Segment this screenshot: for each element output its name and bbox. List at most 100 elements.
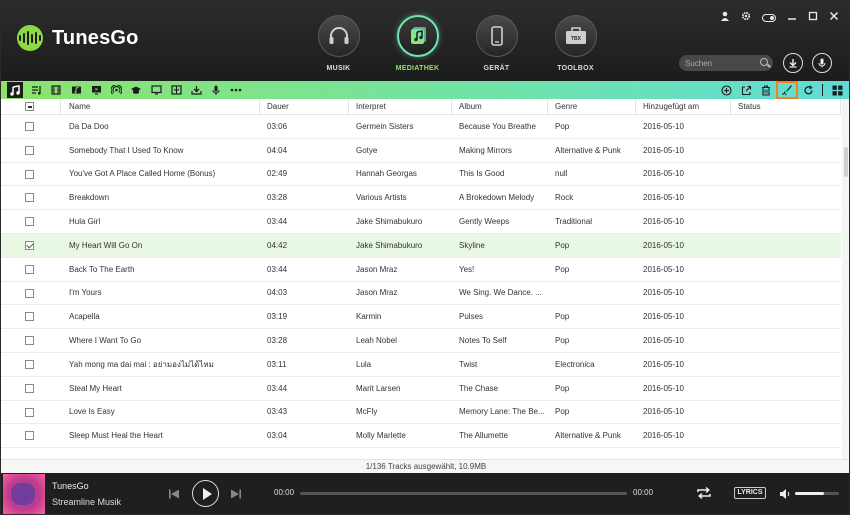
home-video-icon[interactable]	[146, 81, 166, 99]
track-name: Somebody That I Used To Know	[69, 145, 184, 155]
progress-bar[interactable]	[300, 492, 627, 495]
row-checkbox[interactable]	[25, 193, 34, 203]
row-checkbox[interactable]	[25, 288, 34, 298]
table-row[interactable]: Sleep Must Heal the Heart 03:04 Molly Marl…	[1, 424, 841, 449]
voice-memo-icon[interactable]	[206, 81, 226, 99]
table-row[interactable]: I'm Yours 04:03 Jason Mraz We Sing. We Danc…	[1, 282, 841, 306]
column-header-added[interactable]: Hinzugefügt am	[636, 99, 731, 115]
playlist-icon[interactable]	[26, 81, 46, 99]
close-icon[interactable]	[829, 11, 839, 25]
row-checkbox[interactable]	[25, 336, 34, 346]
next-button[interactable]	[230, 487, 242, 505]
table-row[interactable]: Somebody That I Used To Know 04:04 Gotye Ma…	[1, 139, 841, 163]
lyrics-button[interactable]: LYRICS	[734, 487, 766, 499]
track-added-date: 2016-05-10	[643, 169, 684, 179]
track-album: Notes To Self	[459, 336, 507, 346]
row-checkbox[interactable]	[25, 431, 34, 441]
row-checkbox[interactable]	[25, 122, 34, 132]
track-artist: Lula	[356, 359, 372, 369]
maximize-icon[interactable]	[808, 11, 818, 25]
track-genre: Traditional	[555, 217, 593, 227]
table-row[interactable]: Breakdown 03:28 Various Artists A Brokedown…	[1, 186, 841, 211]
track-added-date: 2016-05-10	[643, 431, 684, 441]
itunes-u-icon[interactable]	[126, 81, 146, 99]
table-row[interactable]: Where I Want To Go 03:28 Leah Nobel Notes T…	[1, 329, 841, 353]
record-button[interactable]	[812, 53, 832, 73]
play-button[interactable]	[192, 480, 219, 507]
scrollbar[interactable]	[842, 99, 849, 459]
row-checkbox-cell	[1, 312, 61, 322]
table-row[interactable]: Da Da Doo 03:06 Germein Sisters Because You…	[1, 115, 841, 139]
nav-item-mediathek[interactable]: MEDIATHEK	[378, 15, 457, 72]
track-added-date: 2016-05-10	[643, 121, 684, 131]
row-checkbox[interactable]	[25, 383, 34, 393]
download-button[interactable]	[783, 53, 803, 73]
track-album: The Allumette	[459, 431, 508, 441]
scroll-thumb[interactable]	[844, 147, 848, 177]
table-row[interactable]: Hula Girl 03:44 Jake Shimabukuro Gently Wee…	[1, 210, 841, 234]
minimize-icon[interactable]	[787, 11, 797, 25]
row-checkbox[interactable]	[25, 312, 34, 322]
track-genre: Pop	[555, 407, 570, 417]
movie-icon[interactable]	[46, 81, 66, 99]
column-header-name[interactable]: Name	[61, 99, 260, 115]
table-row[interactable]: You've Got A Place Called Home (Bonus) 02…	[1, 163, 841, 187]
table-row[interactable]: Acapella 03:19 Karmin Pulses Pop 2016-05-10	[1, 305, 841, 330]
table-row[interactable]: Steal My Heart 03:44 Marit Larsen The Chase…	[1, 377, 841, 401]
download-icon[interactable]	[186, 81, 206, 99]
row-checkbox[interactable]	[25, 145, 34, 155]
add-icon[interactable]	[716, 81, 736, 99]
row-checkbox[interactable]	[25, 264, 34, 274]
gear-icon[interactable]	[741, 11, 751, 25]
nav-item-geraet[interactable]: GERÄT	[457, 15, 536, 72]
grid-view-icon[interactable]	[827, 81, 847, 99]
user-icon[interactable]	[720, 11, 730, 25]
track-album: Because You Breathe	[459, 121, 536, 131]
track-artist: Jason Mraz	[356, 288, 398, 298]
media-library-icon	[396, 15, 439, 57]
repeat-button[interactable]	[696, 486, 712, 505]
table-row[interactable]: Yah mong ma dai mai : อย่ามองไม่ได้ไหม 03…	[1, 353, 841, 377]
music-video-icon[interactable]	[66, 81, 86, 99]
podcast-icon[interactable]	[106, 81, 126, 99]
column-header-status[interactable]: Status	[731, 99, 841, 115]
search-icon[interactable]	[760, 58, 768, 66]
previous-button[interactable]	[168, 487, 180, 505]
table-row[interactable]: Back To The Earth 03:44 Jason Mraz Yes! Pop 2…	[1, 258, 841, 282]
track-added-date: 2016-05-10	[643, 359, 684, 369]
nav-item-musik[interactable]: MUSIK	[299, 15, 378, 72]
search-input[interactable]	[685, 58, 755, 68]
track-duration: 02:49	[267, 169, 288, 179]
row-checkbox[interactable]	[25, 169, 34, 179]
table-row[interactable]: My Heart Will Go On 04:42 Jake Shimabukuro…	[1, 233, 841, 258]
row-checkbox[interactable]	[25, 407, 34, 417]
table-row[interactable]: Love Is Easy 03:43 McFly Memory Lane: The B…	[1, 401, 841, 425]
nav-item-toolbox[interactable]: TBX TOOLBOX	[536, 15, 615, 72]
audiobook-icon[interactable]	[166, 81, 186, 99]
volume-button[interactable]	[779, 487, 791, 505]
toolbox-badge: TBX	[571, 36, 582, 42]
volume-slider[interactable]	[795, 492, 839, 495]
row-checkbox[interactable]	[25, 241, 34, 251]
music-icon[interactable]	[7, 82, 23, 98]
row-checkbox[interactable]	[25, 360, 34, 370]
nav-label-geraet: GERÄT	[483, 65, 510, 72]
headphones-icon	[317, 15, 360, 57]
select-all-checkbox[interactable]	[25, 101, 34, 111]
clean-up-icon[interactable]	[776, 81, 798, 99]
track-genre: null	[555, 169, 568, 179]
export-icon[interactable]	[736, 81, 756, 99]
column-header-genre[interactable]: Genre	[548, 99, 636, 115]
speaker-icon	[780, 489, 790, 499]
row-checkbox-cell	[1, 431, 61, 441]
row-checkbox[interactable]	[25, 217, 34, 227]
column-header-artist[interactable]: Interpret	[349, 99, 452, 115]
tv-show-icon[interactable]	[86, 81, 106, 99]
column-header-duration[interactable]: Dauer	[260, 99, 349, 115]
refresh-icon[interactable]	[798, 81, 818, 99]
column-header-album[interactable]: Album	[452, 99, 548, 115]
toggle-icon[interactable]	[762, 14, 776, 22]
track-genre: Pop	[555, 121, 570, 131]
more-icon[interactable]	[226, 81, 246, 99]
delete-icon[interactable]	[756, 81, 776, 99]
